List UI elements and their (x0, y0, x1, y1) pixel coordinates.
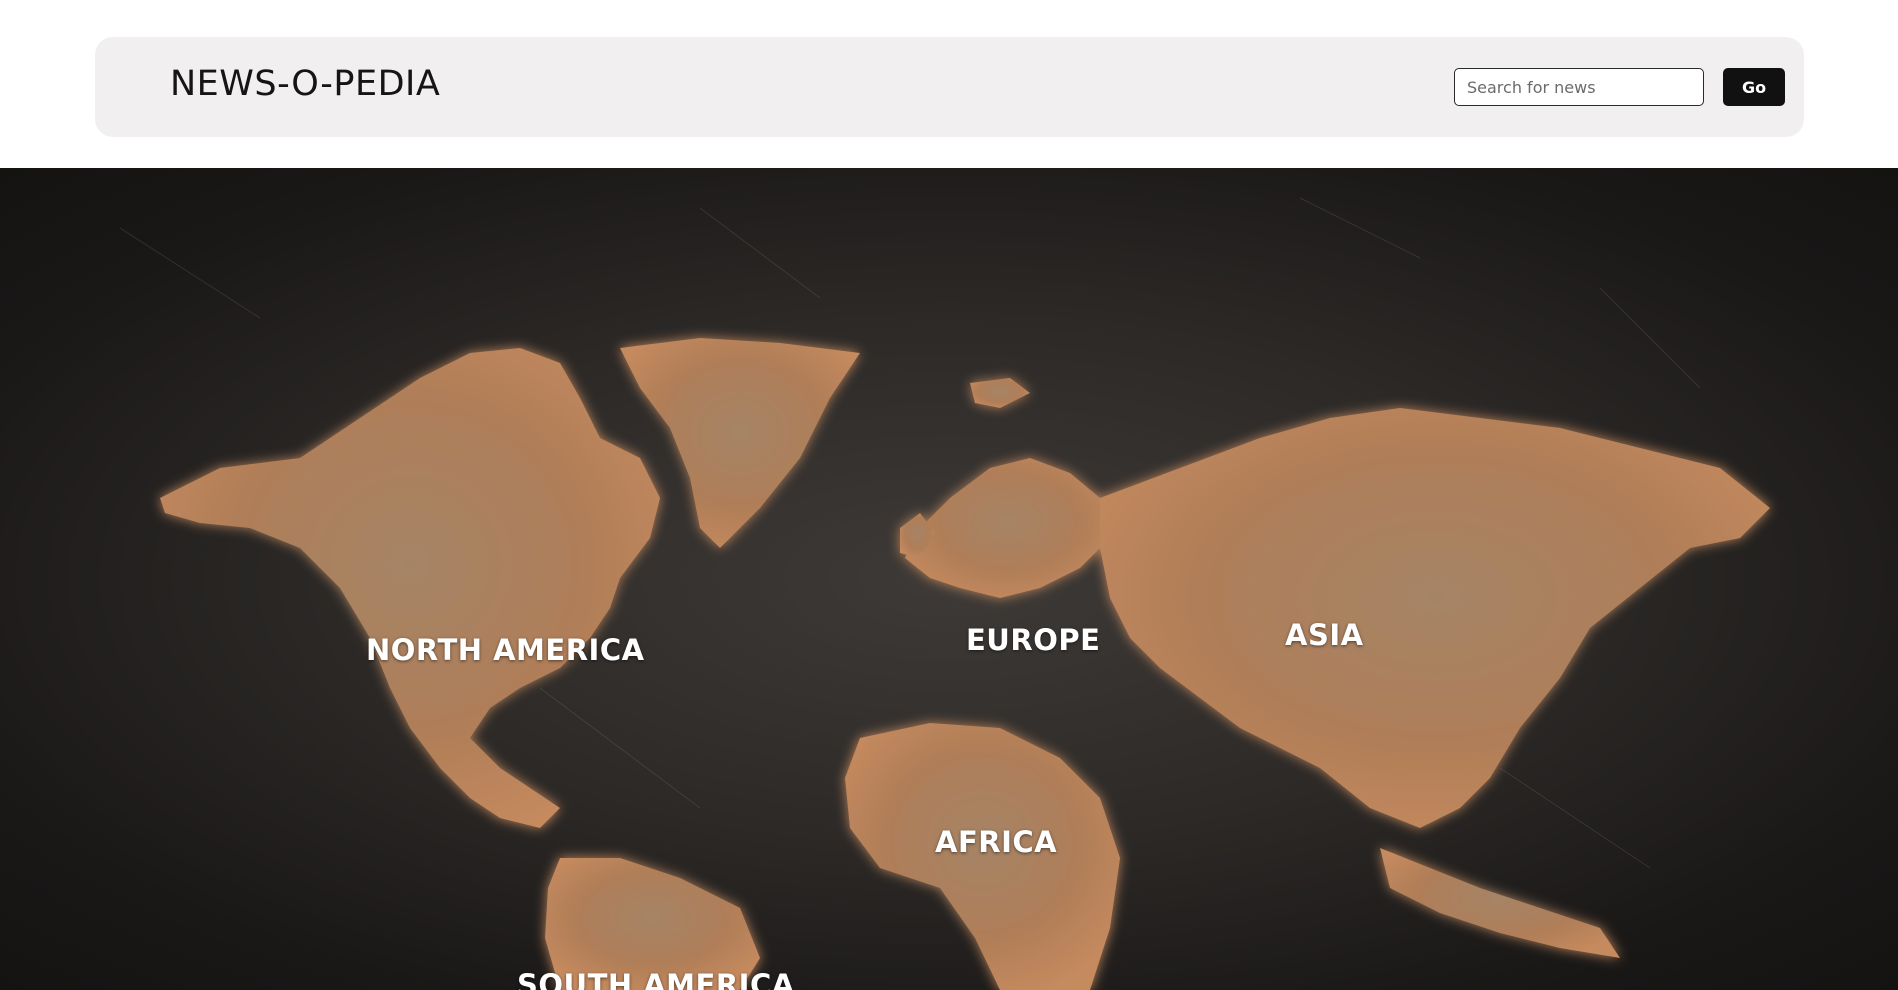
north-america-shape (160, 348, 660, 828)
iceland-shape (970, 378, 1030, 408)
asia-shape (1100, 408, 1770, 828)
continent-asia[interactable]: ASIA (1285, 618, 1364, 652)
brand-logo[interactable]: NEWS-O-PEDIA (170, 67, 440, 102)
indonesia-shape (1380, 848, 1620, 958)
continent-europe[interactable]: EUROPE (966, 623, 1100, 657)
world-map-graphic (119, 197, 1770, 990)
continent-africa[interactable]: AFRICA (935, 825, 1057, 859)
world-map: NORTH AMERICA EUROPE ASIA AFRICA SOUTH A… (0, 168, 1898, 990)
go-button[interactable]: Go (1723, 68, 1785, 106)
continent-south-america[interactable]: SOUTH AMERICA (517, 968, 795, 990)
navbar: NEWS-O-PEDIA Go (95, 37, 1804, 137)
greenland-shape (620, 338, 860, 548)
search-input[interactable] (1454, 68, 1704, 106)
continent-north-america[interactable]: NORTH AMERICA (366, 633, 645, 667)
europe-shape (905, 458, 1110, 598)
